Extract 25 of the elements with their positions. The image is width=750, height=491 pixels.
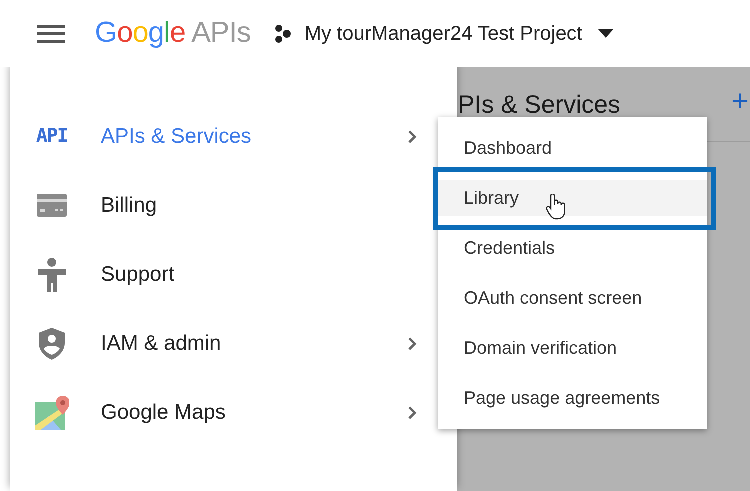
nav-item[interactable]: IAM & admin [101, 328, 222, 360]
nav-item[interactable]: Support [101, 258, 175, 290]
person-icon [38, 258, 66, 292]
shield-icon [39, 328, 65, 360]
api-icon: API [36, 122, 68, 151]
menu-item[interactable]: Page usage agreements [438, 380, 707, 416]
menu-item[interactable]: Credentials [438, 230, 707, 266]
chevron-right-icon[interactable] [408, 406, 417, 420]
menu-item[interactable]: OAuth consent screen [438, 280, 707, 316]
google-apis-logo[interactable]: Google APIs [95, 12, 251, 56]
page-title: PIs & Services [458, 90, 621, 121]
chevron-right-icon[interactable] [408, 336, 417, 350]
caret-icon [598, 29, 614, 38]
menu-item[interactable]: Domain verification [438, 330, 707, 366]
chevron-right-icon[interactable] [408, 130, 417, 144]
project-icon [272, 24, 293, 44]
project-selector[interactable]: My tourManager24 Test Project [272, 18, 614, 48]
hand-cursor-icon [546, 194, 566, 220]
nav-item[interactable]: Billing [101, 190, 158, 222]
menu-icon[interactable] [37, 24, 65, 44]
map-icon [35, 396, 69, 430]
nav-item[interactable]: Google Maps [101, 396, 226, 428]
credit-card-icon [37, 194, 67, 218]
menu-item[interactable]: Dashboard [438, 130, 707, 166]
nav-item[interactable]: APIs & Services [101, 120, 252, 152]
